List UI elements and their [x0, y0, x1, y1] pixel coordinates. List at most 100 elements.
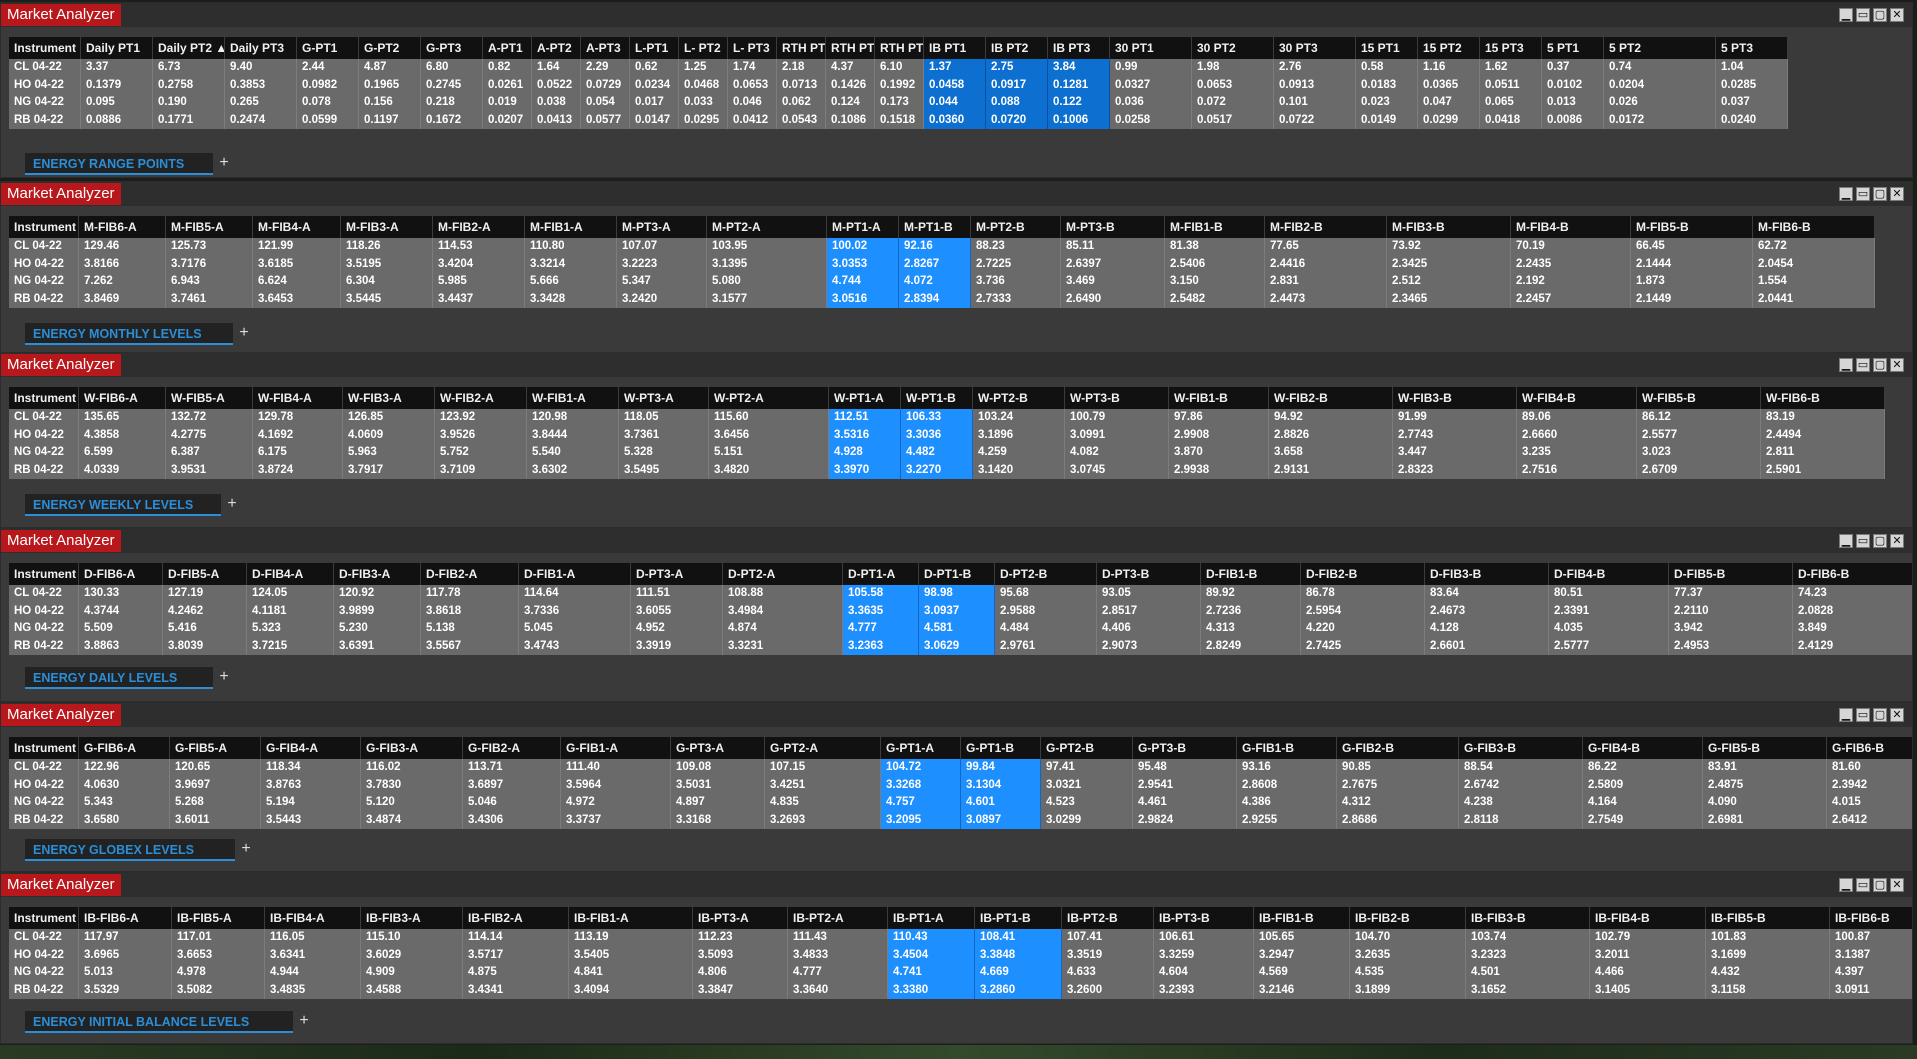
- value-cell[interactable]: 3.5031: [671, 776, 765, 794]
- value-cell[interactable]: 0.0412: [728, 111, 777, 129]
- value-cell[interactable]: 2.2457: [1511, 290, 1631, 308]
- close-icon[interactable]: ✕: [1890, 187, 1904, 201]
- value-cell[interactable]: 2.9255: [1237, 811, 1337, 829]
- value-cell[interactable]: 86.22: [1583, 759, 1703, 777]
- value-cell[interactable]: 110.43: [888, 929, 975, 947]
- value-cell[interactable]: 3.1304: [961, 776, 1041, 794]
- value-cell[interactable]: 3.2223: [617, 255, 707, 273]
- value-cell[interactable]: 3.8863: [79, 637, 163, 655]
- value-cell[interactable]: 0.0886: [81, 111, 153, 129]
- value-cell[interactable]: 3.4835: [265, 981, 361, 999]
- add-tab-button[interactable]: +: [221, 494, 243, 516]
- value-cell[interactable]: 4.741: [888, 964, 975, 982]
- value-cell[interactable]: 4.897: [671, 794, 765, 812]
- column-header-l-pt3[interactable]: L- PT3: [728, 37, 777, 59]
- instrument-cell[interactable]: NG 04-22: [9, 273, 79, 291]
- value-cell[interactable]: 3.849: [1793, 620, 1912, 638]
- value-cell[interactable]: 2.4416: [1265, 255, 1387, 273]
- value-cell[interactable]: 2.9908: [1169, 426, 1269, 444]
- value-cell[interactable]: 0.3853: [225, 76, 297, 94]
- value-cell[interactable]: 3.6391: [334, 637, 421, 655]
- value-cell[interactable]: 105.65: [1254, 929, 1350, 947]
- column-header-w-fib3-b[interactable]: W-FIB3-B: [1393, 387, 1517, 409]
- value-cell[interactable]: 77.37: [1669, 585, 1793, 603]
- value-cell[interactable]: 0.122: [1048, 94, 1110, 112]
- value-cell[interactable]: 3.2420: [617, 290, 707, 308]
- value-cell[interactable]: 0.095: [81, 94, 153, 112]
- value-cell[interactable]: 0.0365: [1418, 76, 1480, 94]
- value-cell[interactable]: 3.0299: [1041, 811, 1133, 829]
- instrument-cell[interactable]: NG 04-22: [9, 964, 79, 982]
- value-cell[interactable]: 3.3919: [631, 637, 723, 655]
- column-header-w-fib4-b[interactable]: W-FIB4-B: [1517, 387, 1637, 409]
- value-cell[interactable]: 0.0258: [1110, 111, 1192, 129]
- restore-icon[interactable]: ▁: [1839, 8, 1853, 22]
- value-cell[interactable]: 0.173: [875, 94, 924, 112]
- value-cell[interactable]: 2.29: [581, 59, 630, 77]
- value-cell[interactable]: 3.235: [1517, 444, 1637, 462]
- tab-energy-initial-balance-levels[interactable]: ENERGY INITIAL BALANCE LEVELS: [25, 1011, 293, 1033]
- value-cell[interactable]: 2.8267: [899, 255, 971, 273]
- value-cell[interactable]: 3.5717: [463, 946, 569, 964]
- value-cell[interactable]: 4.37: [826, 59, 875, 77]
- column-header-15-pt1[interactable]: 15 PT1: [1356, 37, 1418, 59]
- column-header-30-pt3[interactable]: 30 PT3: [1274, 37, 1356, 59]
- add-tab-button[interactable]: +: [293, 1011, 315, 1033]
- value-cell[interactable]: 4.874: [723, 620, 843, 638]
- value-cell[interactable]: 0.0577: [581, 111, 630, 129]
- column-header-w-fib1-a[interactable]: W-FIB1-A: [527, 387, 619, 409]
- value-cell[interactable]: 3.4204: [433, 255, 525, 273]
- column-header-ib-fib6-a[interactable]: IB-FIB6-A: [79, 907, 172, 929]
- value-cell[interactable]: 5.080: [707, 273, 827, 291]
- value-cell[interactable]: 4.604: [1154, 964, 1254, 982]
- column-header-g-pt2-a[interactable]: G-PT2-A: [765, 737, 881, 759]
- value-cell[interactable]: 2.0828: [1793, 602, 1912, 620]
- column-header-instrument[interactable]: Instrument: [9, 563, 79, 585]
- value-cell[interactable]: 97.41: [1041, 759, 1133, 777]
- value-cell[interactable]: 3.1896: [973, 426, 1065, 444]
- column-header-ib-pt1[interactable]: IB PT1: [924, 37, 986, 59]
- column-header-w-pt1-b[interactable]: W-PT1-B: [901, 387, 973, 409]
- value-cell[interactable]: 3.1420: [973, 461, 1065, 479]
- value-cell[interactable]: 86.78: [1301, 585, 1425, 603]
- value-cell[interactable]: 83.19: [1761, 409, 1885, 427]
- value-cell[interactable]: 92.16: [899, 238, 971, 256]
- instrument-cell[interactable]: CL 04-22: [9, 759, 79, 777]
- value-cell[interactable]: 3.4820: [709, 461, 829, 479]
- value-cell[interactable]: 0.078: [297, 94, 359, 112]
- value-cell[interactable]: 0.82: [483, 59, 532, 77]
- column-header-l-pt2[interactable]: L- PT2: [679, 37, 728, 59]
- minimize-icon[interactable]: ▭: [1856, 187, 1870, 201]
- value-cell[interactable]: 2.6660: [1517, 426, 1637, 444]
- value-cell[interactable]: 3.1699: [1706, 946, 1830, 964]
- value-cell[interactable]: 3.6653: [172, 946, 265, 964]
- value-cell[interactable]: 9.40: [225, 59, 297, 77]
- value-cell[interactable]: 0.1281: [1048, 76, 1110, 94]
- value-cell[interactable]: 0.088: [986, 94, 1048, 112]
- column-header-d-pt1-a[interactable]: D-PT1-A: [843, 563, 919, 585]
- value-cell[interactable]: 0.054: [581, 94, 630, 112]
- value-cell[interactable]: 2.6490: [1061, 290, 1165, 308]
- column-header-g-fib3-a[interactable]: G-FIB3-A: [361, 737, 463, 759]
- value-cell[interactable]: 3.2146: [1254, 981, 1350, 999]
- value-cell[interactable]: 118.05: [619, 409, 709, 427]
- column-header-rth-pt1[interactable]: RTH PT1: [777, 37, 826, 59]
- value-cell[interactable]: 3.8469: [79, 290, 166, 308]
- value-cell[interactable]: 2.831: [1265, 273, 1387, 291]
- value-cell[interactable]: 81.60: [1827, 759, 1912, 777]
- value-cell[interactable]: 2.0441: [1753, 290, 1875, 308]
- value-cell[interactable]: 117.78: [421, 585, 519, 603]
- tab-energy-monthly-levels[interactable]: ENERGY MONTHLY LEVELS: [25, 323, 233, 345]
- value-cell[interactable]: 5.045: [519, 620, 631, 638]
- value-cell[interactable]: 2.3425: [1387, 255, 1511, 273]
- column-header-instrument[interactable]: Instrument: [9, 907, 79, 929]
- value-cell[interactable]: 2.7225: [971, 255, 1061, 273]
- value-cell[interactable]: 3.4984: [723, 602, 843, 620]
- column-header-ib-fib5-b[interactable]: IB-FIB5-B: [1706, 907, 1830, 929]
- value-cell[interactable]: 4.835: [765, 794, 881, 812]
- value-cell[interactable]: 4.972: [561, 794, 671, 812]
- instrument-cell[interactable]: CL 04-22: [9, 238, 79, 256]
- value-cell[interactable]: 2.8394: [899, 290, 971, 308]
- value-cell[interactable]: 2.1444: [1631, 255, 1753, 273]
- value-cell[interactable]: 4.164: [1583, 794, 1703, 812]
